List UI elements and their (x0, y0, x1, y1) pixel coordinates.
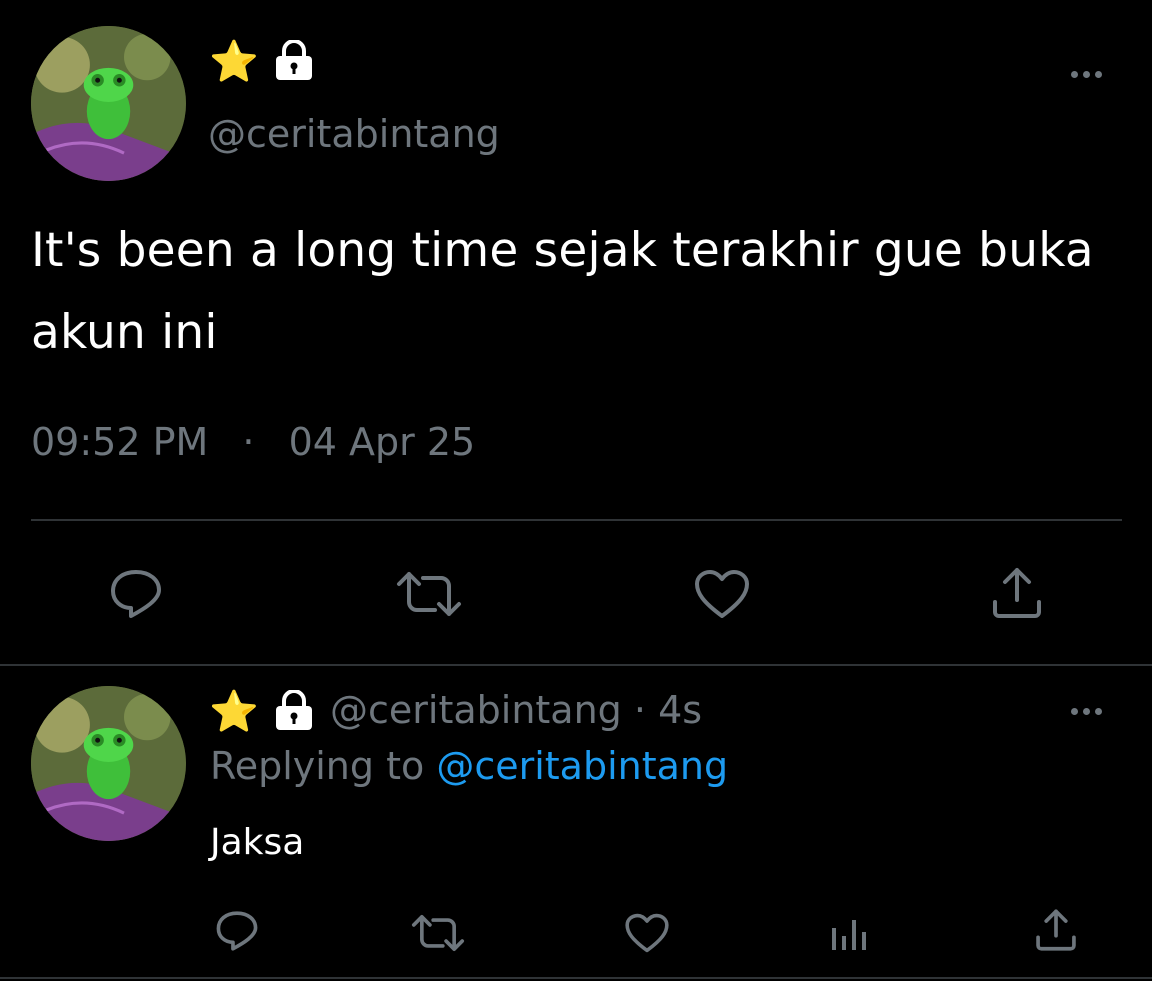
tweet-meta: 09:52 PM · 04 Apr 25 (31, 420, 475, 464)
like-button[interactable] (693, 568, 751, 620)
reply-header: @ceritabintang · 4s (330, 688, 702, 732)
analytics-button[interactable] (828, 912, 872, 952)
share-icon (993, 568, 1041, 618)
author-handle[interactable]: @ceritabintang (208, 112, 500, 156)
tweet-date[interactable]: 04 Apr 25 (289, 420, 476, 464)
retweet-icon (397, 572, 461, 616)
tweet-time[interactable]: 09:52 PM (31, 420, 208, 464)
reply-button[interactable] (214, 910, 260, 952)
retweet-button[interactable] (395, 568, 463, 620)
reply-avatar[interactable] (31, 686, 186, 841)
tweet-text: It's been a long time sejak terakhir gue… (31, 223, 1094, 360)
reply-text: Jaksa (210, 822, 305, 863)
replying-to: Replying to @ceritabintang (210, 744, 728, 788)
more-options-icon[interactable] (1071, 71, 1102, 78)
avatar-image (31, 686, 186, 841)
lock-icon (270, 689, 318, 730)
lock-icon (270, 39, 318, 80)
reply-dot: · (633, 688, 646, 732)
retweet-button[interactable] (410, 912, 466, 954)
reply-icon (111, 570, 161, 618)
share-button[interactable] (990, 566, 1044, 620)
more-options-icon[interactable] (1071, 708, 1102, 715)
section-divider (0, 664, 1152, 666)
share-button[interactable] (1034, 908, 1078, 952)
share-icon (1036, 909, 1076, 951)
analytics-icon (832, 920, 866, 950)
retweet-icon (411, 915, 465, 951)
avatar-image (31, 26, 186, 181)
reply-button[interactable] (108, 568, 164, 620)
like-icon (625, 913, 669, 953)
reply-icon (216, 911, 258, 951)
bottom-divider (0, 977, 1152, 979)
reply-handle[interactable]: @ceritabintang (330, 688, 622, 732)
meta-separator: · (242, 420, 255, 464)
like-icon (695, 570, 749, 618)
like-button[interactable] (624, 912, 670, 954)
avatar[interactable] (31, 26, 186, 181)
replying-to-link[interactable]: @ceritabintang (436, 744, 728, 788)
star-emoji-icon: ⭐ (209, 689, 259, 735)
replying-prefix: Replying to (210, 744, 425, 788)
reply-age[interactable]: 4s (658, 688, 702, 732)
star-emoji-icon: ⭐ (209, 39, 259, 85)
divider (31, 519, 1122, 521)
